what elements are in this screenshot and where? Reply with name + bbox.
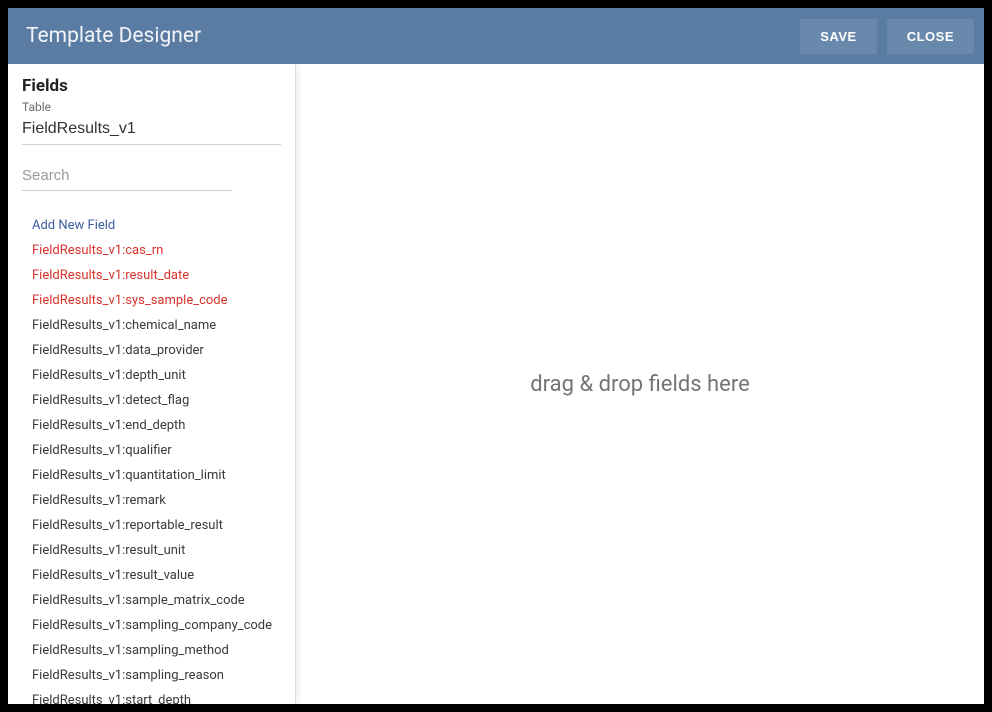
field-list: Add New Field FieldResults_v1:cas_rnFiel… [22,213,281,704]
template-designer-window: Template Designer SAVE CLOSE Fields Tabl… [8,8,984,704]
field-item-required[interactable]: FieldResults_v1:result_date [32,263,281,288]
field-item[interactable]: FieldResults_v1:sampling_reason [32,663,281,688]
field-item[interactable]: FieldResults_v1:depth_unit [32,363,281,388]
search-input[interactable] [22,163,232,191]
field-item[interactable]: FieldResults_v1:data_provider [32,338,281,363]
field-item[interactable]: FieldResults_v1:reportable_result [32,513,281,538]
field-item[interactable]: FieldResults_v1:sample_matrix_code [32,588,281,613]
table-label: Table [22,100,281,114]
field-item[interactable]: FieldResults_v1:sampling_company_code [32,613,281,638]
sidebar-scroll[interactable]: Fields Table Add New Field FieldResults_… [8,64,295,704]
titlebar: Template Designer SAVE CLOSE [8,8,984,64]
field-item[interactable]: FieldResults_v1:quantitation_limit [32,463,281,488]
field-item[interactable]: FieldResults_v1:end_depth [32,413,281,438]
body: Fields Table Add New Field FieldResults_… [8,64,984,704]
window-title: Template Designer [26,24,790,48]
fields-sidebar: Fields Table Add New Field FieldResults_… [8,64,296,704]
field-item[interactable]: FieldResults_v1:result_value [32,563,281,588]
field-item[interactable]: FieldResults_v1:remark [32,488,281,513]
field-item[interactable]: FieldResults_v1:qualifier [32,438,281,463]
field-item[interactable]: FieldResults_v1:result_unit [32,538,281,563]
field-item-required[interactable]: FieldResults_v1:sys_sample_code [32,288,281,313]
add-new-field[interactable]: Add New Field [32,213,281,238]
field-item[interactable]: FieldResults_v1:detect_flag [32,388,281,413]
fields-heading: Fields [22,76,281,96]
drop-zone-placeholder: drag & drop fields here [530,372,749,397]
table-select-input[interactable] [22,114,281,145]
field-item[interactable]: FieldResults_v1:sampling_method [32,638,281,663]
close-button[interactable]: CLOSE [887,19,974,54]
field-item[interactable]: FieldResults_v1:start_depth [32,688,281,704]
field-item-required[interactable]: FieldResults_v1:cas_rn [32,238,281,263]
drop-zone[interactable]: drag & drop fields here [296,64,984,704]
save-button[interactable]: SAVE [800,19,876,54]
field-item[interactable]: FieldResults_v1:chemical_name [32,313,281,338]
